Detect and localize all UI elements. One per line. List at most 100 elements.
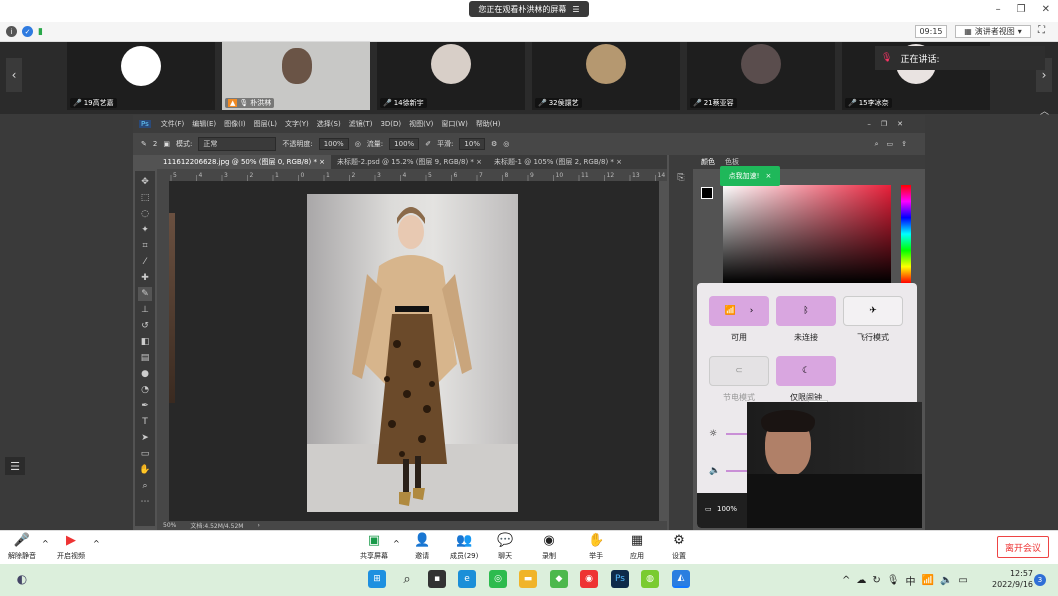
menu-layer[interactable]: 图层(L)	[250, 119, 281, 129]
widgets-icon[interactable]: ◐	[13, 570, 31, 588]
self-video-preview[interactable]	[747, 402, 922, 528]
hand-tool-icon[interactable]: ✋	[138, 463, 152, 477]
chevron-up-icon[interactable]: ^	[42, 539, 49, 548]
menu-edit[interactable]: 编辑(E)	[188, 119, 220, 129]
taskbar-clock[interactable]: 12:57 2022/9/16	[992, 568, 1033, 590]
battery-saver-toggle[interactable]: ⊂	[709, 356, 769, 386]
color-field[interactable]	[723, 185, 891, 283]
history-panel-icon[interactable]: ⎘	[674, 171, 688, 185]
invite-button[interactable]: 👤 邀请	[414, 533, 430, 561]
pen-tool-icon[interactable]: ✒	[138, 399, 152, 413]
list-toggle-icon[interactable]: ☰	[5, 457, 25, 475]
participant-tile[interactable]: 🎤 14徐新宇	[377, 42, 525, 110]
menu-window[interactable]: 窗口(W)	[437, 119, 471, 129]
app-icon[interactable]: ◍	[641, 570, 659, 588]
screen-share-banner[interactable]: 您正在观看朴洪林的屏幕 ☰	[469, 1, 589, 17]
menu-3d[interactable]: 3D(D)	[376, 120, 405, 128]
brush-size[interactable]: 2	[153, 140, 157, 148]
shield-icon[interactable]: ✓	[22, 26, 33, 37]
settings-button[interactable]: ⚙ 设置	[672, 533, 686, 561]
gradient-tool-icon[interactable]: ▤	[138, 351, 152, 365]
crop-tool-icon[interactable]: ⌗	[138, 239, 152, 253]
bluetooth-toggle[interactable]: ᛒ	[776, 296, 836, 326]
zoom-level[interactable]: 50%	[163, 522, 176, 529]
file-explorer-icon[interactable]: ▬	[519, 570, 537, 588]
eyedropper-icon[interactable]: ⁄	[138, 255, 152, 269]
flow-input[interactable]: 100%	[389, 138, 420, 150]
stamp-tool-icon[interactable]: ⊥	[138, 303, 152, 317]
close-icon[interactable]: ✕	[1042, 4, 1050, 15]
foreground-color-swatch[interactable]	[701, 187, 713, 199]
lasso-tool-icon[interactable]: ◌	[138, 207, 152, 221]
tencent-meeting-icon[interactable]: ◭	[672, 570, 690, 588]
menu-filter[interactable]: 滤镜(T)	[345, 119, 377, 129]
menu-help[interactable]: 帮助(H)	[472, 119, 505, 129]
chevron-up-icon[interactable]: ^	[393, 539, 400, 548]
eraser-tool-icon[interactable]: ◧	[138, 335, 152, 349]
blur-tool-icon[interactable]: ●	[138, 367, 152, 381]
notification-badge[interactable]: 3	[1034, 574, 1046, 586]
marquee-tool-icon[interactable]: ⬚	[138, 191, 152, 205]
search-icon[interactable]: ⌕▭⇪	[875, 140, 925, 149]
path-select-icon[interactable]: ➤	[138, 431, 152, 445]
chevron-up-icon[interactable]: ^	[842, 575, 850, 586]
menu-view[interactable]: 视图(V)	[405, 119, 437, 129]
dodge-tool-icon[interactable]: ◔	[138, 383, 152, 397]
ps-window-controls[interactable]: –❐✕	[863, 120, 925, 128]
start-icon[interactable]: ⊞	[368, 570, 386, 588]
fullscreen-icon[interactable]: ⛶	[1038, 25, 1045, 36]
brush-tool-icon[interactable]: ✎	[138, 287, 152, 301]
view-mode-select[interactable]: ▦ 演讲者视图 ▾	[955, 25, 1031, 38]
brush-panel-icon[interactable]: ▣	[163, 140, 170, 148]
mode-select[interactable]: 正常	[198, 137, 277, 151]
signal-icon[interactable]: ▮	[38, 27, 43, 37]
ime-indicator[interactable]: 中	[905, 573, 915, 588]
type-tool-icon[interactable]: T	[138, 415, 152, 429]
participant-tile[interactable]: 🎤 32侯譞艺	[532, 42, 680, 110]
menu-image[interactable]: 图像(I)	[220, 119, 250, 129]
shape-tool-icon[interactable]: ▭	[138, 447, 152, 461]
info-icon[interactable]: i	[6, 26, 17, 37]
restore-icon[interactable]: ❐	[1017, 4, 1026, 15]
share-screen-button[interactable]: ▣ 共享屏幕	[360, 533, 388, 561]
battery-icon[interactable]: ▭	[958, 575, 967, 586]
gear-icon[interactable]: ⚙	[491, 140, 497, 148]
prev-page-icon[interactable]: ‹	[6, 58, 22, 92]
healing-brush-icon[interactable]: ✚	[138, 271, 152, 285]
wechat-icon[interactable]: ◎	[489, 570, 507, 588]
menu-select[interactable]: 选择(S)	[313, 119, 345, 129]
fashion-photo[interactable]	[307, 194, 518, 512]
volume-icon[interactable]: 🔈	[940, 575, 952, 586]
wifi-icon[interactable]: 📶	[921, 575, 933, 586]
magic-wand-icon[interactable]: ✦	[138, 223, 152, 237]
close-icon[interactable]: ×	[765, 172, 771, 180]
tab-color[interactable]: 颜色	[701, 157, 715, 167]
document-tab[interactable]: 未标题-2.psd @ 15.2% (图层 9, RGB/8) * ×	[331, 155, 488, 169]
start-video-button[interactable]: ▶ 开启视频	[57, 533, 85, 561]
chevron-right-icon[interactable]: ›	[750, 306, 754, 316]
record-button[interactable]: ◉ 录制	[542, 533, 556, 561]
participant-tile[interactable]: 🎤 21蔡亚容	[687, 42, 835, 110]
participant-tile[interactable]: 🎤 19高艺嘉	[67, 42, 215, 110]
unmute-button[interactable]: 🎤 解除静音	[8, 533, 36, 561]
smoothing-input[interactable]: 10%	[459, 138, 485, 150]
sync-icon[interactable]: ↻	[872, 575, 880, 586]
move-tool-icon[interactable]: ✥	[138, 175, 152, 189]
pressure-size-icon[interactable]: ◎	[503, 140, 509, 148]
airbrush-icon[interactable]: ✐	[425, 140, 431, 148]
hue-slider[interactable]	[901, 185, 911, 283]
raise-hand-button[interactable]: ✋ 举手	[588, 533, 604, 561]
pressure-opacity-icon[interactable]: ◎	[355, 140, 361, 148]
leave-meeting-button[interactable]: 离开会议	[997, 536, 1049, 558]
edge-icon[interactable]: e	[458, 570, 476, 588]
cloud-icon[interactable]: ☁	[856, 575, 866, 586]
wifi-toggle[interactable]: 📶 ›	[709, 296, 769, 326]
menu-type[interactable]: 文字(Y)	[281, 119, 313, 129]
airplane-toggle[interactable]: ✈	[843, 296, 903, 326]
zoom-tool-icon[interactable]: ⌕	[138, 479, 152, 493]
focus-assist-toggle[interactable]: ☾	[776, 356, 836, 386]
minimize-icon[interactable]: –	[996, 4, 1001, 15]
search-icon[interactable]: ⌕	[398, 570, 416, 588]
document-tab-active[interactable]: 111612206628.jpg @ 50% (图层 0, RGB/8) * ×	[157, 155, 332, 169]
netease-music-icon[interactable]: ◉	[580, 570, 598, 588]
